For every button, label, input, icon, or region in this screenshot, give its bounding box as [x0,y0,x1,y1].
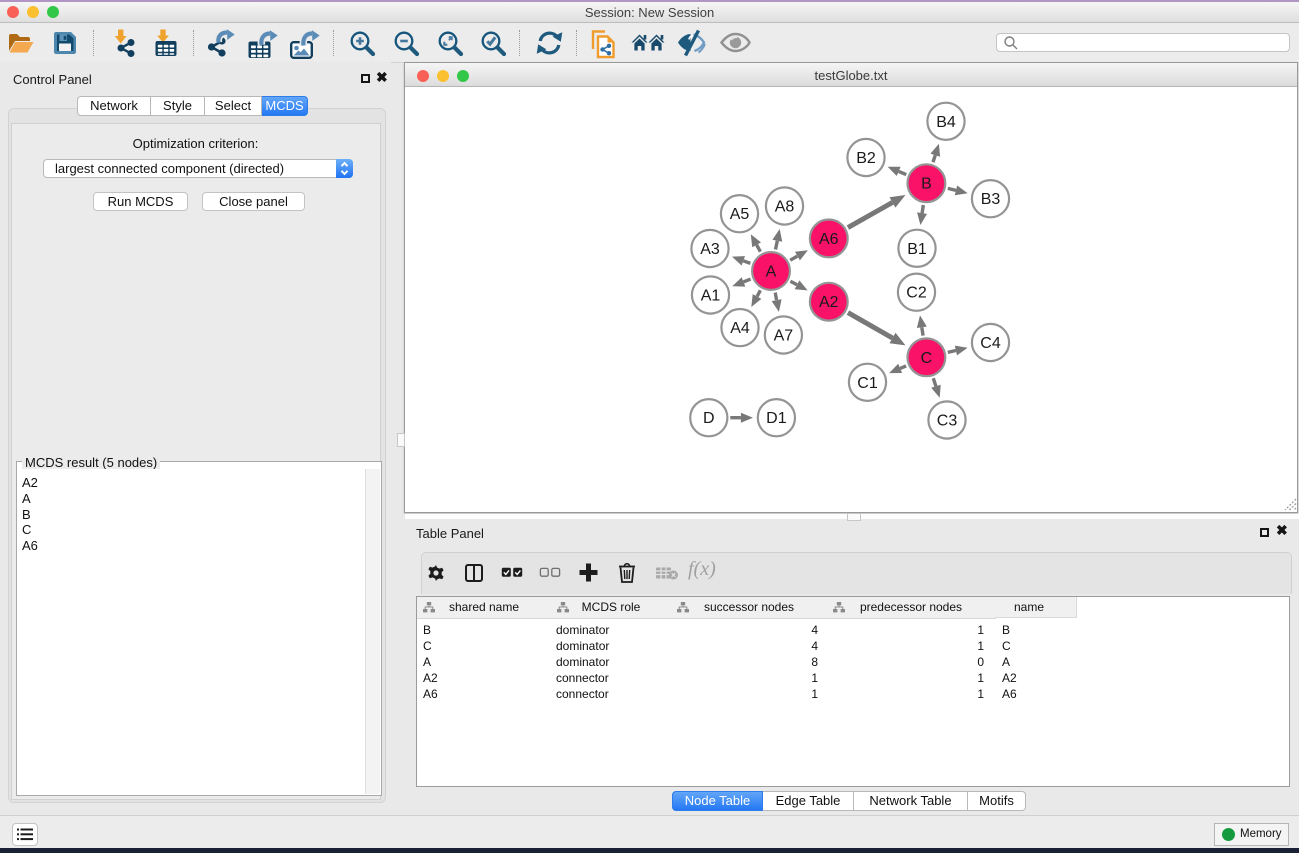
svg-text:C3: C3 [937,413,958,430]
svg-text:B1: B1 [907,241,927,258]
svg-text:A5: A5 [730,206,750,223]
svg-text:C2: C2 [906,285,927,302]
svg-text:C: C [921,350,933,367]
svg-text:B4: B4 [936,114,956,131]
svg-text:C1: C1 [857,375,878,392]
svg-text:B2: B2 [856,150,876,167]
svg-text:B3: B3 [981,191,1001,208]
svg-text:A: A [766,264,777,281]
svg-text:A3: A3 [700,241,720,258]
svg-text:C4: C4 [980,335,1001,352]
svg-text:A2: A2 [819,294,839,311]
svg-text:A7: A7 [774,328,794,345]
svg-text:A4: A4 [730,320,750,337]
svg-text:D1: D1 [766,410,787,427]
svg-text:A1: A1 [701,288,721,305]
svg-text:A8: A8 [775,199,795,216]
svg-text:D: D [703,410,715,427]
svg-text:B: B [921,176,932,193]
svg-text:A6: A6 [819,231,839,248]
